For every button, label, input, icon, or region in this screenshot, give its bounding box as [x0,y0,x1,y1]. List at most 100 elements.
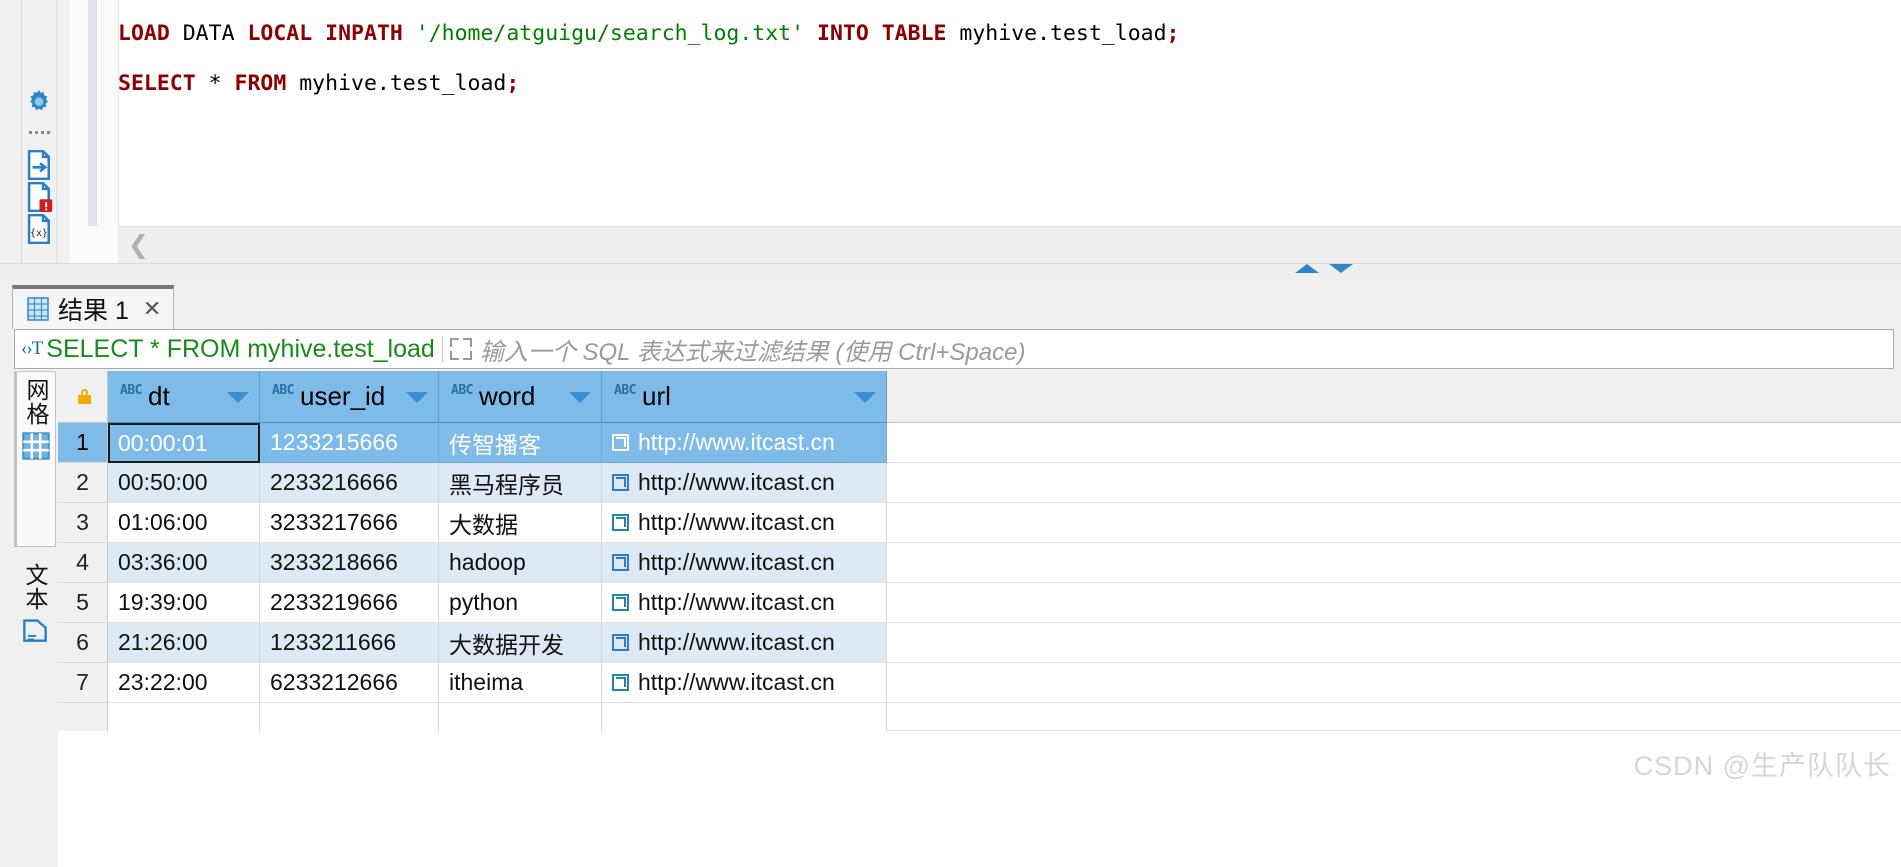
filter-input-placeholder[interactable]: 输入一个 SQL 表达式来过滤结果 (使用 Ctrl+Space) [480,332,1026,367]
collapse-left-chevron-icon[interactable]: ❮ [128,232,149,258]
table-row[interactable]: 6 21:26:00 1233211666 大数据开发 http://www.itcas… [58,623,1901,663]
cell-dt[interactable]: 00:00:01 [108,423,260,463]
row-number[interactable]: 5 [58,583,108,623]
results-view-tabs: 网格 文本 [14,371,56,867]
cell-word[interactable]: 大数据开发 [439,623,602,663]
cell-user-id[interactable]: 3233218666 [260,543,439,583]
cell-url[interactable]: http://www.itcast.cn [602,663,887,703]
cell-empty[interactable] [602,703,887,731]
cell-empty[interactable] [439,703,602,731]
cell-user-id[interactable]: 6233212666 [260,663,439,703]
column-header-user-id[interactable]: ABC user_id [260,371,439,423]
grid-lock-column-header[interactable] [58,371,108,423]
cell-user-id[interactable]: 1233215666 [260,423,439,463]
table-row[interactable]: 7 23:22:00 6233212666 itheima http://www.itc… [58,663,1901,703]
file-export-icon [27,150,50,180]
close-icon[interactable]: ✕ [143,298,161,320]
cell-url-text: http://www.itcast.cn [638,629,835,655]
filter-query-text[interactable]: SELECT * FROM myhive.test_load [46,335,435,364]
external-link-icon[interactable] [612,674,629,691]
column-header-word[interactable]: ABC word [439,371,602,423]
cell-user-id[interactable]: 2233219666 [260,583,439,623]
code-token: FROM [234,71,300,96]
error-script-icon[interactable] [22,180,56,214]
cell-url[interactable]: http://www.itcast.cn [602,543,887,583]
cell-dt[interactable]: 21:26:00 [108,623,260,663]
cell-dt[interactable]: 01:06:00 [108,503,260,543]
row-number[interactable]: 6 [58,623,108,663]
table-row[interactable]: 1 00:00:01 1233215666 传智播客 http://www.itcast… [58,423,1901,463]
editor-statement-marker [88,0,97,226]
results-grid[interactable]: ABC dt ABC user_id ABC word ABC url 1 00:… [58,371,1901,867]
expand-icon[interactable] [449,338,472,360]
cell-dt[interactable]: 23:22:00 [108,663,260,703]
sidebar-item-text-view[interactable]: 文本 [14,557,56,717]
arrow-up-icon[interactable] [1295,264,1319,273]
cell-url[interactable]: http://www.itcast.cn [602,583,887,623]
cell-dt[interactable]: 00:50:00 [108,463,260,503]
external-link-icon[interactable] [612,634,629,651]
settings-gear-icon[interactable] [22,86,56,120]
cell-url-text: http://www.itcast.cn [638,589,835,615]
row-number[interactable] [58,703,108,731]
column-header-url-label: url [641,381,671,411]
sidebar-item-grid-view[interactable]: 网格 [14,371,56,547]
chevron-down-icon[interactable] [406,392,428,403]
export-script-icon[interactable] [22,148,56,182]
table-row[interactable]: 2 00:50:00 2233216666 黑马程序员 http://www.itcas… [58,463,1901,503]
column-type-badge: ABC [451,383,473,398]
column-header-dt[interactable]: ABC dt [108,371,260,423]
table-row[interactable]: 3 01:06:00 3233217666 大数据 http://www.itcast.… [58,503,1901,543]
grid-icon [27,297,49,321]
cell-empty[interactable] [108,703,260,731]
result-filter-bar[interactable]: ‹›T SELECT * FROM myhive.test_load 输入一个 … [14,329,1894,369]
cell-dt[interactable]: 19:39:00 [108,583,260,623]
cell-url[interactable]: http://www.itcast.cn [602,503,887,543]
file-error-icon [27,182,52,212]
external-link-icon[interactable] [612,514,629,531]
code-token: ; [506,71,520,96]
column-header-url[interactable]: ABC url [602,371,887,423]
cell-word[interactable]: 大数据 [439,503,602,543]
row-number[interactable]: 1 [58,423,108,463]
code-token: '/home/atguigu/search_log.txt' [415,21,805,46]
cell-empty[interactable] [260,703,439,731]
cell-word[interactable]: hadoop [439,543,602,583]
grid-header-filler [887,371,1901,423]
row-number[interactable]: 2 [58,463,108,503]
editor-collapse-strip: ❮ [118,227,1901,264]
row-number[interactable]: 4 [58,543,108,583]
cell-word[interactable]: 传智播客 [439,423,602,463]
external-link-icon[interactable] [612,434,629,451]
grid-body: 1 00:00:01 1233215666 传智播客 http://www.itcast… [58,423,1901,731]
cell-url-text: http://www.itcast.cn [638,429,835,455]
external-link-icon[interactable] [612,594,629,611]
grid-view-label: 网格 [23,378,49,426]
cell-url[interactable]: http://www.itcast.cn [602,623,887,663]
external-link-icon[interactable] [612,554,629,571]
sql-code-text[interactable]: LOAD DATA LOCAL INPATH '/home/atguigu/se… [118,0,1901,226]
results-tab-row: 结果 1 ✕ [0,281,1901,329]
cell-dt[interactable]: 03:36:00 [108,543,260,583]
tab-result-1[interactable]: 结果 1 ✕ [12,285,175,329]
arrow-down-icon[interactable] [1329,264,1353,273]
variables-script-icon[interactable]: {x} [22,212,56,246]
chevron-down-icon[interactable] [569,392,591,403]
table-row[interactable]: 5 19:39:00 2233219666 python http://www.itca… [58,583,1901,623]
row-filler [887,463,1901,503]
chevron-down-icon[interactable] [854,392,876,403]
cell-user-id[interactable]: 2233216666 [260,463,439,503]
external-link-icon[interactable] [612,474,629,491]
cell-user-id[interactable]: 3233217666 [260,503,439,543]
cell-word[interactable]: itheima [439,663,602,703]
table-row-partial[interactable] [58,703,1901,731]
cell-word[interactable]: 黑马程序员 [439,463,602,503]
chevron-down-icon[interactable] [227,392,249,403]
cell-url[interactable]: http://www.itcast.cn [602,463,887,503]
row-number[interactable]: 3 [58,503,108,543]
table-row[interactable]: 4 03:36:00 3233218666 hadoop http://www.itca… [58,543,1901,583]
cell-user-id[interactable]: 1233211666 [260,623,439,663]
cell-word[interactable]: python [439,583,602,623]
row-number[interactable]: 7 [58,663,108,703]
cell-url[interactable]: http://www.itcast.cn [602,423,887,463]
